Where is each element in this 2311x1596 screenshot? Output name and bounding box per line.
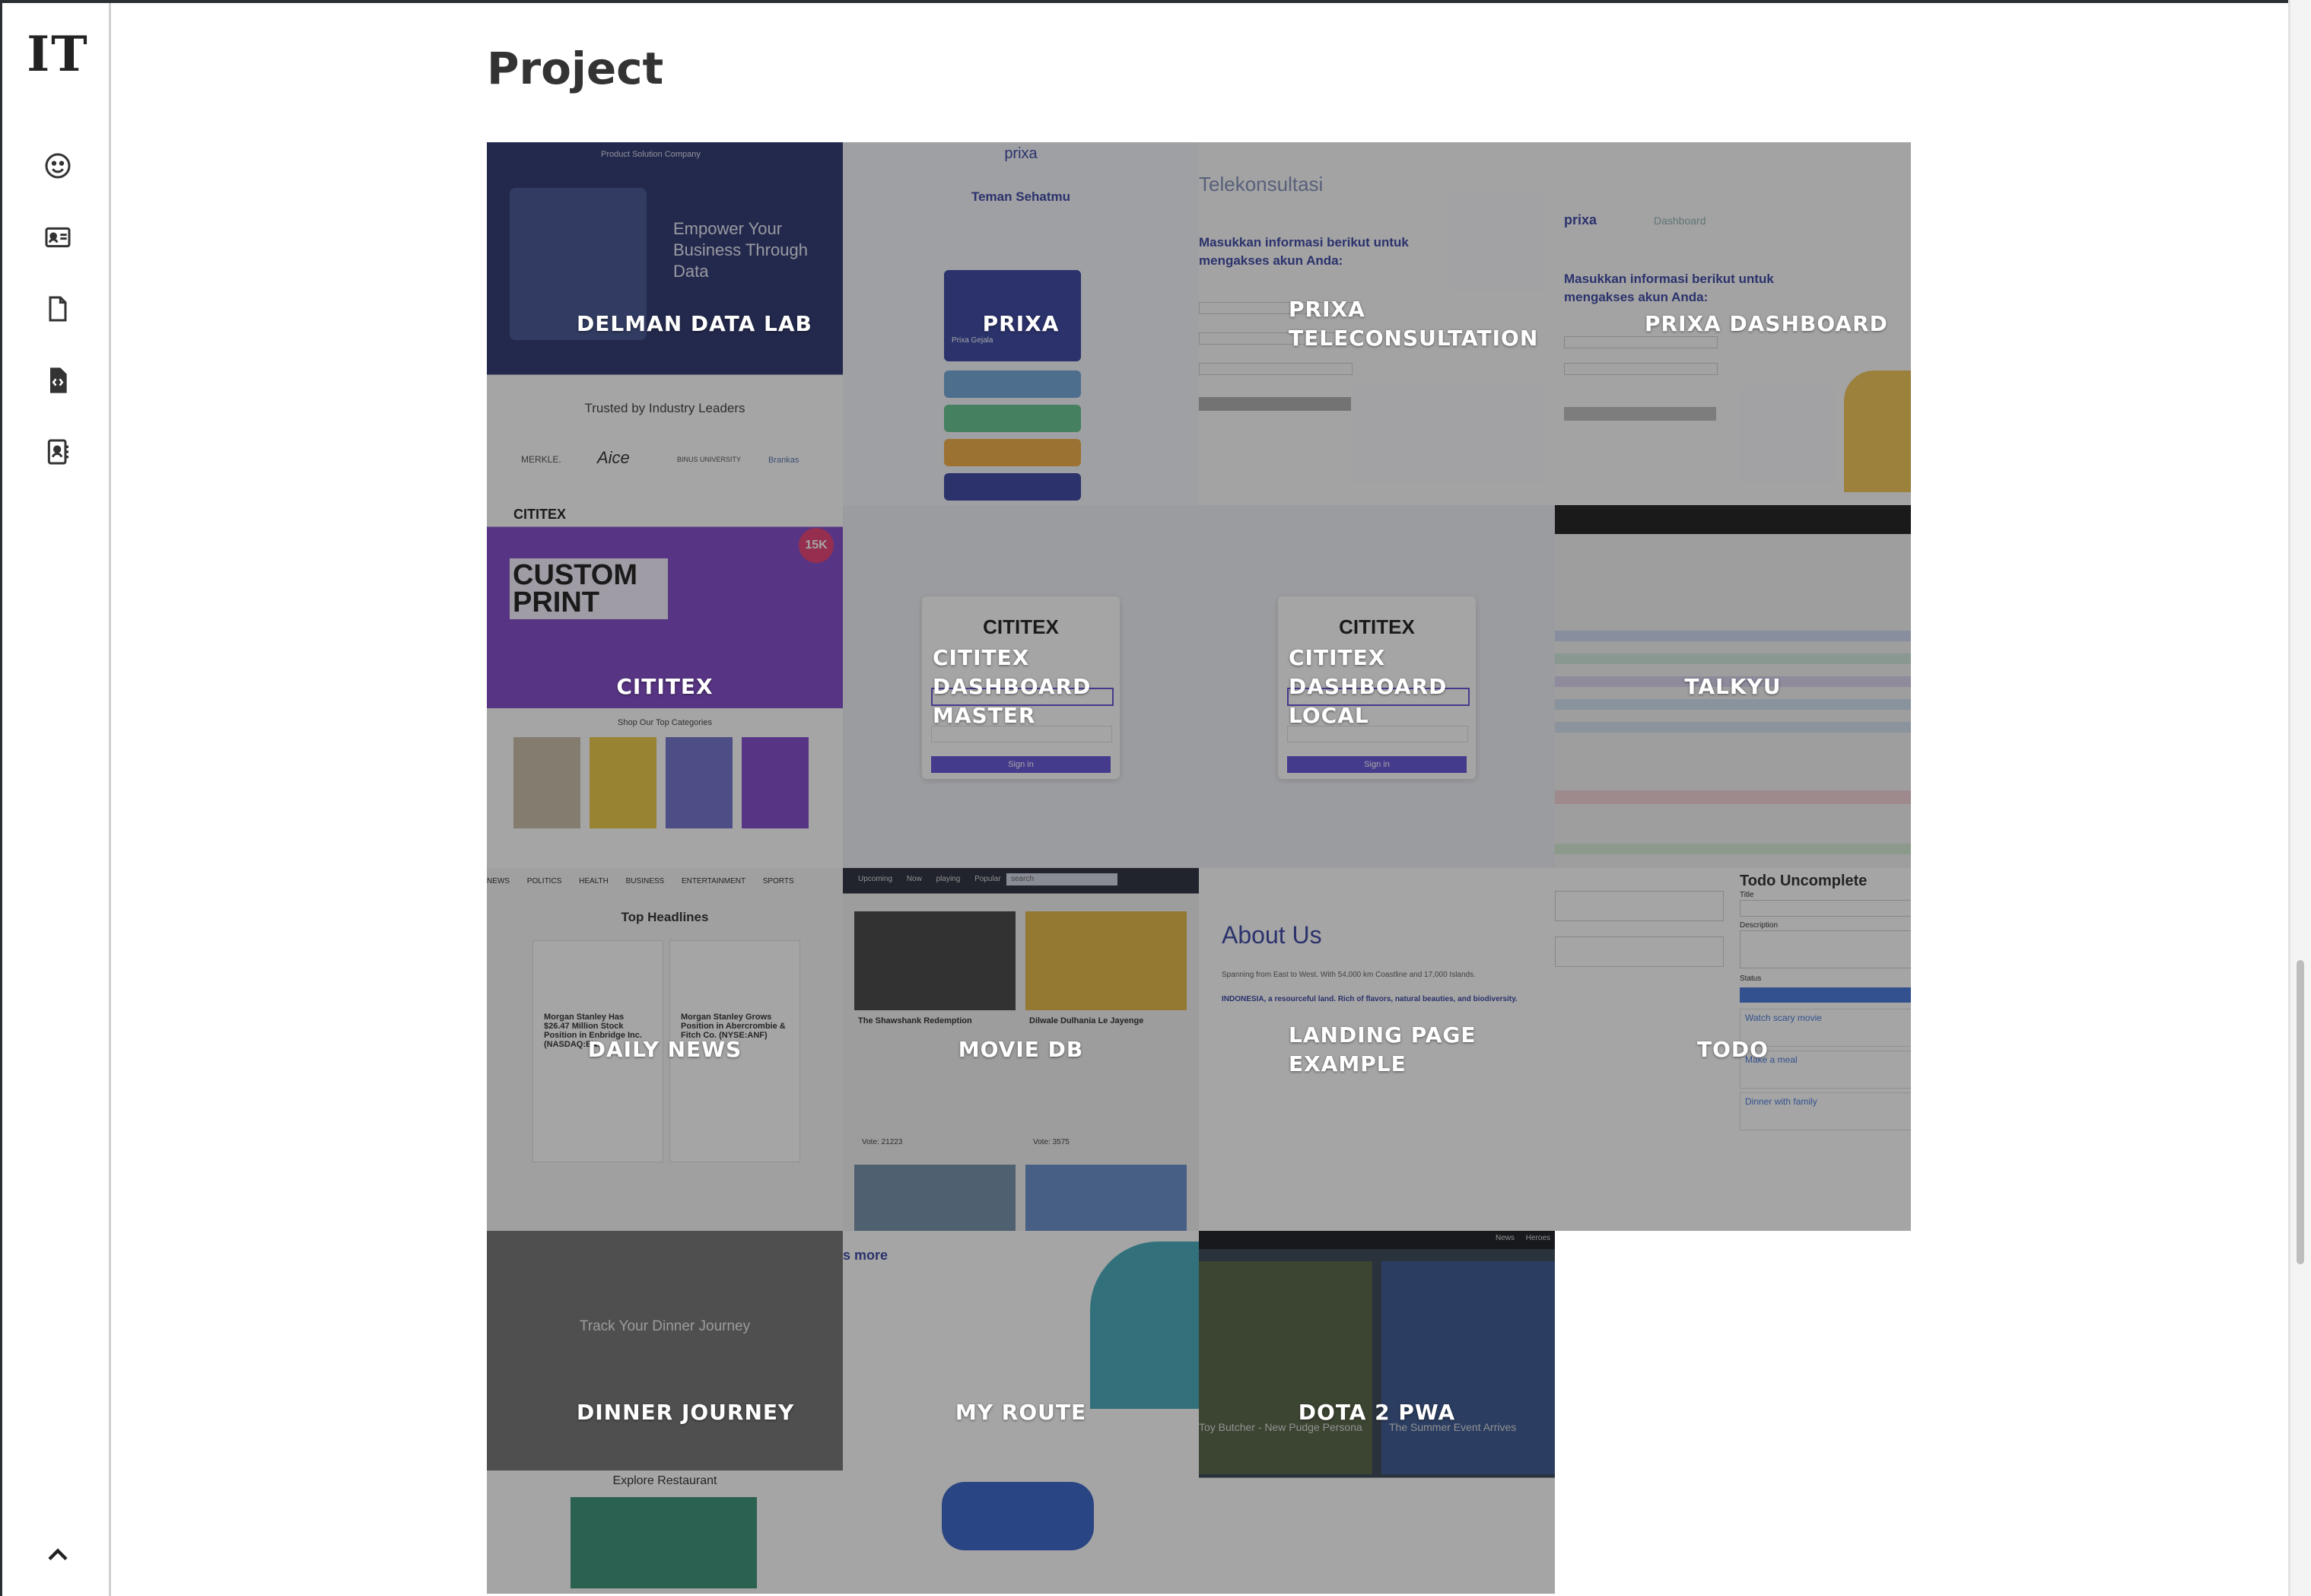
scrollbar[interactable] [2288, 0, 2311, 1596]
sidebar: IT [0, 3, 111, 1596]
project-card-movie-db[interactable]: Upcoming Now playing Popular search The … [843, 868, 1199, 1231]
project-card-cititex-dashboard-local[interactable]: CITITEX Sign in CITITEX DASHBOARD LOCAL [1199, 505, 1555, 868]
project-card-prixa-teleconsultation[interactable]: Telekonsultasi Masukkan informasi beriku… [1199, 142, 1555, 505]
project-title: TALKYU [1684, 673, 1782, 699]
site-logo[interactable]: IT [2, 26, 113, 83]
project-title: MOVIE DB [958, 1036, 1084, 1062]
project-card-delman-data-lab[interactable]: Product Solution Company Empower Your Bu… [487, 142, 843, 505]
project-title: CITITEX [616, 673, 714, 699]
chevron-up-icon[interactable] [41, 1538, 75, 1572]
id-card-icon[interactable] [41, 221, 75, 254]
page-title: Project [487, 43, 664, 94]
project-card-dinner-journey[interactable]: Track Your Dinner Journey Explore Restau… [487, 1231, 843, 1594]
project-title: MY ROUTE [955, 1399, 1087, 1425]
window-top-border [0, 0, 2311, 3]
project-title: DINNER JOURNEY [577, 1399, 795, 1425]
project-card-talkyu[interactable]: TALKYU [1555, 505, 1911, 868]
project-card-daily-news[interactable]: NEWS POLITICS HEALTH BUSINESS ENTERTAINM… [487, 868, 843, 1231]
project-card-dota-2-pwa[interactable]: News Heroes Toy Butcher - New Pudge Pers… [1199, 1231, 1555, 1594]
project-title: DOTA 2 PWA [1298, 1399, 1456, 1425]
project-title: TODO [1697, 1036, 1769, 1062]
project-title: CITITEX DASHBOARD MASTER [933, 644, 1092, 728]
project-card-cititex[interactable]: CITITEX CUSTOM PRINT 15K Shop Our Top Ca… [487, 505, 843, 868]
document-icon[interactable] [41, 292, 75, 326]
project-title: DAILY NEWS [587, 1036, 742, 1062]
project-title: CITITEX DASHBOARD LOCAL [1289, 644, 1448, 728]
scrollbar-thumb[interactable] [2297, 960, 2304, 1264]
project-card-prixa[interactable]: prixa Teman Sehatmu Prixa Gejala PRIXA [843, 142, 1199, 505]
project-title: PRIXA DASHBOARD [1645, 310, 1888, 336]
project-grid: Product Solution Company Empower Your Bu… [487, 142, 1911, 1594]
project-title: PRIXA [982, 310, 1060, 336]
project-title: DELMAN DATA LAB [577, 310, 812, 336]
project-card-todo[interactable]: Todo Uncomplete Title Description Status… [1555, 868, 1911, 1231]
contact-card-icon[interactable] [41, 435, 75, 469]
project-card-prixa-dashboard[interactable]: prixa Dashboard Masukkan informasi berik… [1555, 142, 1911, 505]
project-title: LANDING PAGE EXAMPLE [1289, 1022, 1477, 1076]
project-title: PRIXA TELECONSULTATION [1289, 296, 1539, 351]
project-card-landing-page-example[interactable]: About Us Spanning from East to West. Wit… [1199, 868, 1555, 1231]
project-card-my-route[interactable]: s more MY ROUTE [843, 1231, 1199, 1594]
code-file-icon[interactable] [41, 364, 75, 397]
smiley-icon[interactable] [41, 149, 75, 183]
project-card-cititex-dashboard-master[interactable]: CITITEX Sign in CITITEX DASHBOARD MASTER [843, 505, 1199, 868]
